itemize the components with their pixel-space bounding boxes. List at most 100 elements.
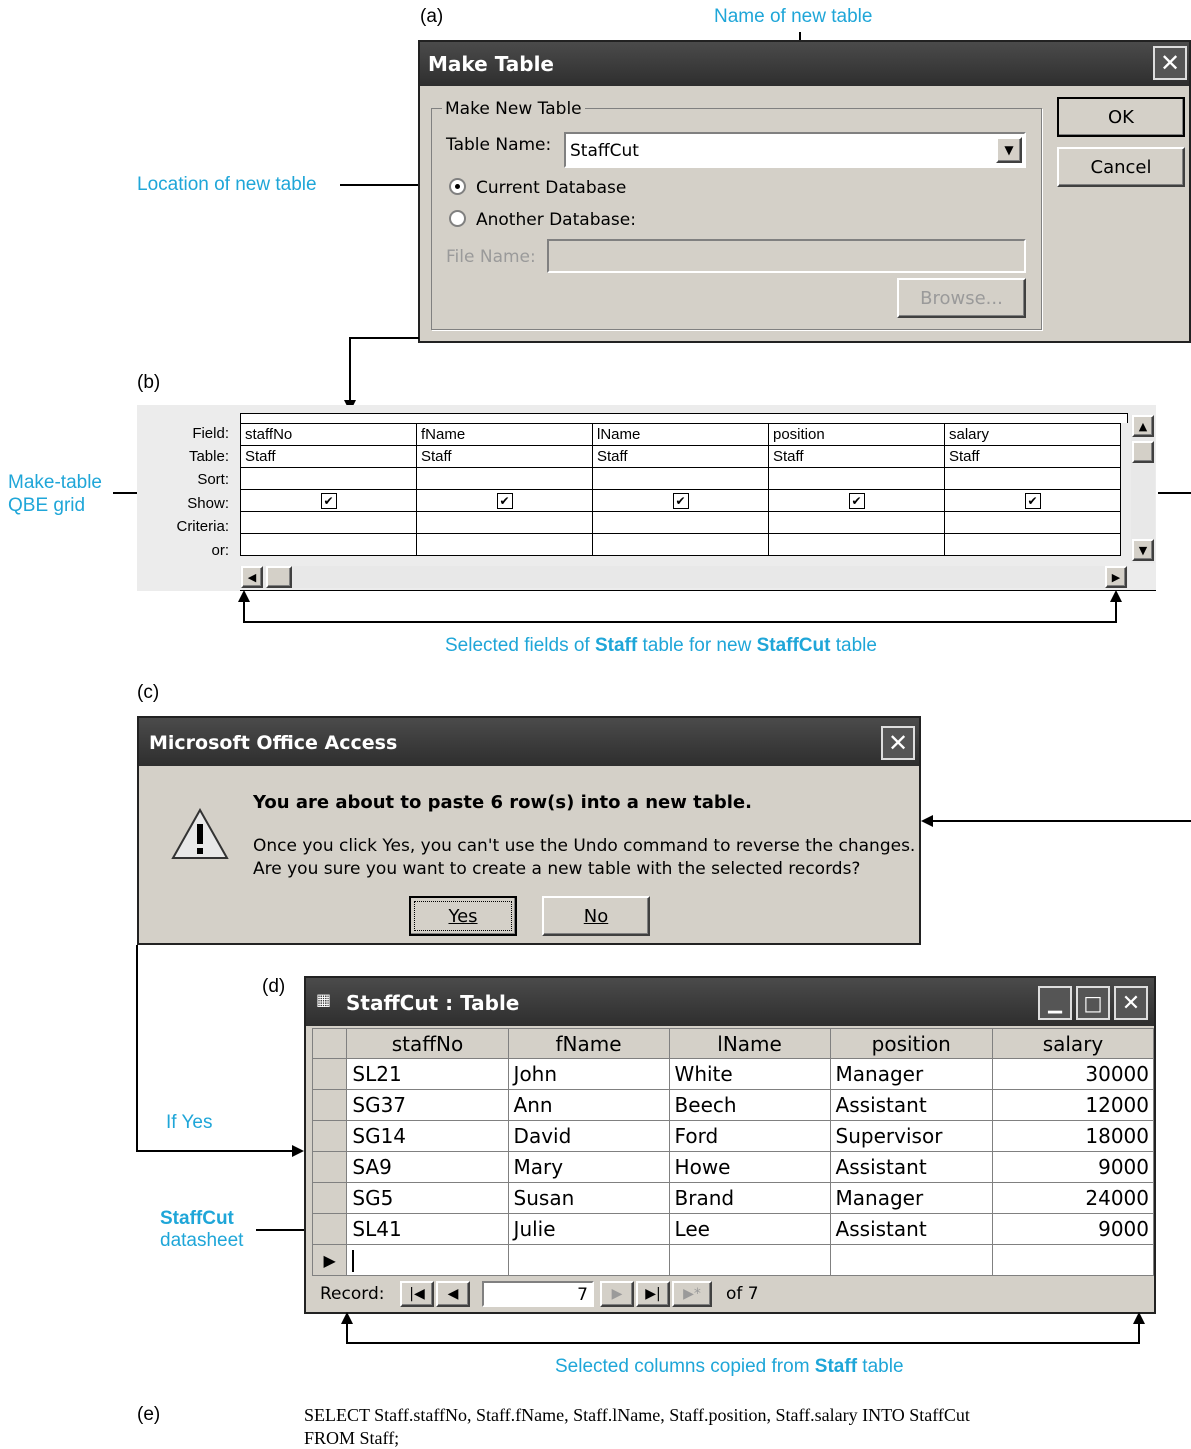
data-cell[interactable]: SG14 [346,1120,509,1152]
qbe-sort-cell[interactable] [592,467,769,490]
qbe-or-cell[interactable] [768,533,945,556]
column-header[interactable]: staffNo [346,1028,509,1059]
data-cell[interactable]: Brand [668,1182,831,1214]
data-cell[interactable]: White [668,1058,831,1090]
column-header[interactable]: salary [991,1028,1155,1059]
column-header[interactable]: position [829,1028,993,1059]
data-cell[interactable]: SG37 [346,1089,509,1121]
qbe-table-cell[interactable]: Staff [240,445,417,468]
record-selector[interactable] [311,1213,348,1245]
qbe-criteria-cell[interactable] [592,511,769,534]
new-record-cell[interactable] [991,1244,1155,1276]
record-selector[interactable]: ▶ [311,1244,348,1276]
data-cell[interactable]: 9000 [991,1213,1155,1245]
qbe-field-cell[interactable]: salary [944,423,1121,446]
column-header[interactable]: fName [507,1028,670,1059]
data-cell[interactable]: 24000 [991,1182,1155,1214]
scroll-down-button[interactable]: ▼ [1132,539,1154,561]
qbe-column-selectors[interactable] [240,413,1128,423]
close-button[interactable]: ✕ [1114,986,1148,1020]
qbe-field-cell[interactable]: lName [592,423,769,446]
new-record-cell[interactable] [668,1244,831,1276]
data-cell[interactable]: Supervisor [829,1120,993,1152]
show-checkbox[interactable]: ✔ [672,493,689,509]
browse-button[interactable]: Browse... [897,278,1026,318]
maximize-button[interactable]: □ [1076,986,1110,1020]
yes-button[interactable]: Yes [409,896,517,936]
data-cell[interactable]: SL21 [346,1058,509,1090]
data-cell[interactable]: Manager [829,1058,993,1090]
qbe-criteria-cell[interactable] [768,511,945,534]
data-cell[interactable]: John [507,1058,670,1090]
qbe-table-cell[interactable]: Staff [592,445,769,468]
file-name-input[interactable] [547,239,1026,273]
dropdown-button[interactable]: ▼ [996,137,1022,163]
new-record-cell[interactable] [507,1244,670,1276]
qbe-sort-cell[interactable] [416,467,593,490]
qbe-table-cell[interactable]: Staff [944,445,1121,468]
data-cell[interactable]: Ford [668,1120,831,1152]
table-name-combobox[interactable]: StaffCut ▼ [564,132,1026,168]
qbe-criteria-cell[interactable] [416,511,593,534]
current-record-input[interactable]: 7 [482,1281,594,1307]
close-button[interactable]: ✕ [1153,46,1187,80]
data-cell[interactable]: Howe [668,1151,831,1183]
close-button[interactable]: ✕ [881,726,915,760]
qbe-or-cell[interactable] [592,533,769,556]
record-selector[interactable] [311,1120,348,1152]
data-cell[interactable]: Beech [668,1089,831,1121]
qbe-sort-cell[interactable] [240,467,417,490]
qbe-sort-cell[interactable] [944,467,1121,490]
current-database-radio[interactable] [449,178,466,195]
minimize-button[interactable]: ▁ [1038,986,1072,1020]
next-record-button[interactable]: ▶ [600,1281,634,1307]
previous-record-button[interactable]: ◀ [436,1281,470,1307]
scroll-right-button[interactable]: ▶ [1105,566,1127,588]
data-cell[interactable]: SA9 [346,1151,509,1183]
cancel-button[interactable]: Cancel [1057,147,1185,187]
new-record-cell[interactable] [346,1244,509,1276]
new-record-button[interactable]: ▶* [672,1281,712,1307]
data-cell[interactable]: SG5 [346,1182,509,1214]
data-cell[interactable]: Assistant [829,1151,993,1183]
vertical-scrollbar[interactable]: ▲ ▼ [1131,415,1155,563]
data-cell[interactable]: SL41 [346,1213,509,1245]
data-cell[interactable]: 12000 [991,1089,1155,1121]
data-cell[interactable]: Manager [829,1182,993,1214]
show-checkbox[interactable]: ✔ [848,493,865,509]
data-cell[interactable]: 18000 [991,1120,1155,1152]
qbe-sort-cell[interactable] [768,467,945,490]
qbe-or-cell[interactable] [944,533,1121,556]
data-cell[interactable]: Susan [507,1182,670,1214]
data-cell[interactable]: Mary [507,1151,670,1183]
record-selector[interactable] [311,1058,348,1090]
qbe-field-cell[interactable]: fName [416,423,593,446]
data-cell[interactable]: Julie [507,1213,670,1245]
qbe-field-cell[interactable]: position [768,423,945,446]
data-cell[interactable]: Assistant [829,1089,993,1121]
qbe-or-cell[interactable] [416,533,593,556]
scroll-thumb[interactable] [266,566,292,588]
show-checkbox[interactable]: ✔ [320,493,337,509]
no-button[interactable]: No [542,896,650,936]
scroll-left-button[interactable]: ◀ [241,566,263,588]
scroll-thumb[interactable] [1132,441,1154,463]
data-cell[interactable]: 9000 [991,1151,1155,1183]
another-database-radio[interactable] [449,210,466,227]
column-header[interactable]: lName [668,1028,831,1059]
qbe-criteria-cell[interactable] [944,511,1121,534]
data-cell[interactable]: Lee [668,1213,831,1245]
qbe-table-cell[interactable]: Staff [768,445,945,468]
horizontal-scrollbar[interactable]: ◀ ▶ [240,566,1128,588]
record-selector[interactable] [311,1089,348,1121]
qbe-field-cell[interactable]: staffNo [240,423,417,446]
qbe-table-cell[interactable]: Staff [416,445,593,468]
ok-button[interactable]: OK [1057,97,1185,137]
first-record-button[interactable]: |◀ [400,1281,434,1307]
show-checkbox[interactable]: ✔ [496,493,513,509]
data-cell[interactable]: Assistant [829,1213,993,1245]
record-selector[interactable] [311,1182,348,1214]
record-selector[interactable] [311,1151,348,1183]
data-cell[interactable]: 30000 [991,1058,1155,1090]
qbe-criteria-cell[interactable] [240,511,417,534]
